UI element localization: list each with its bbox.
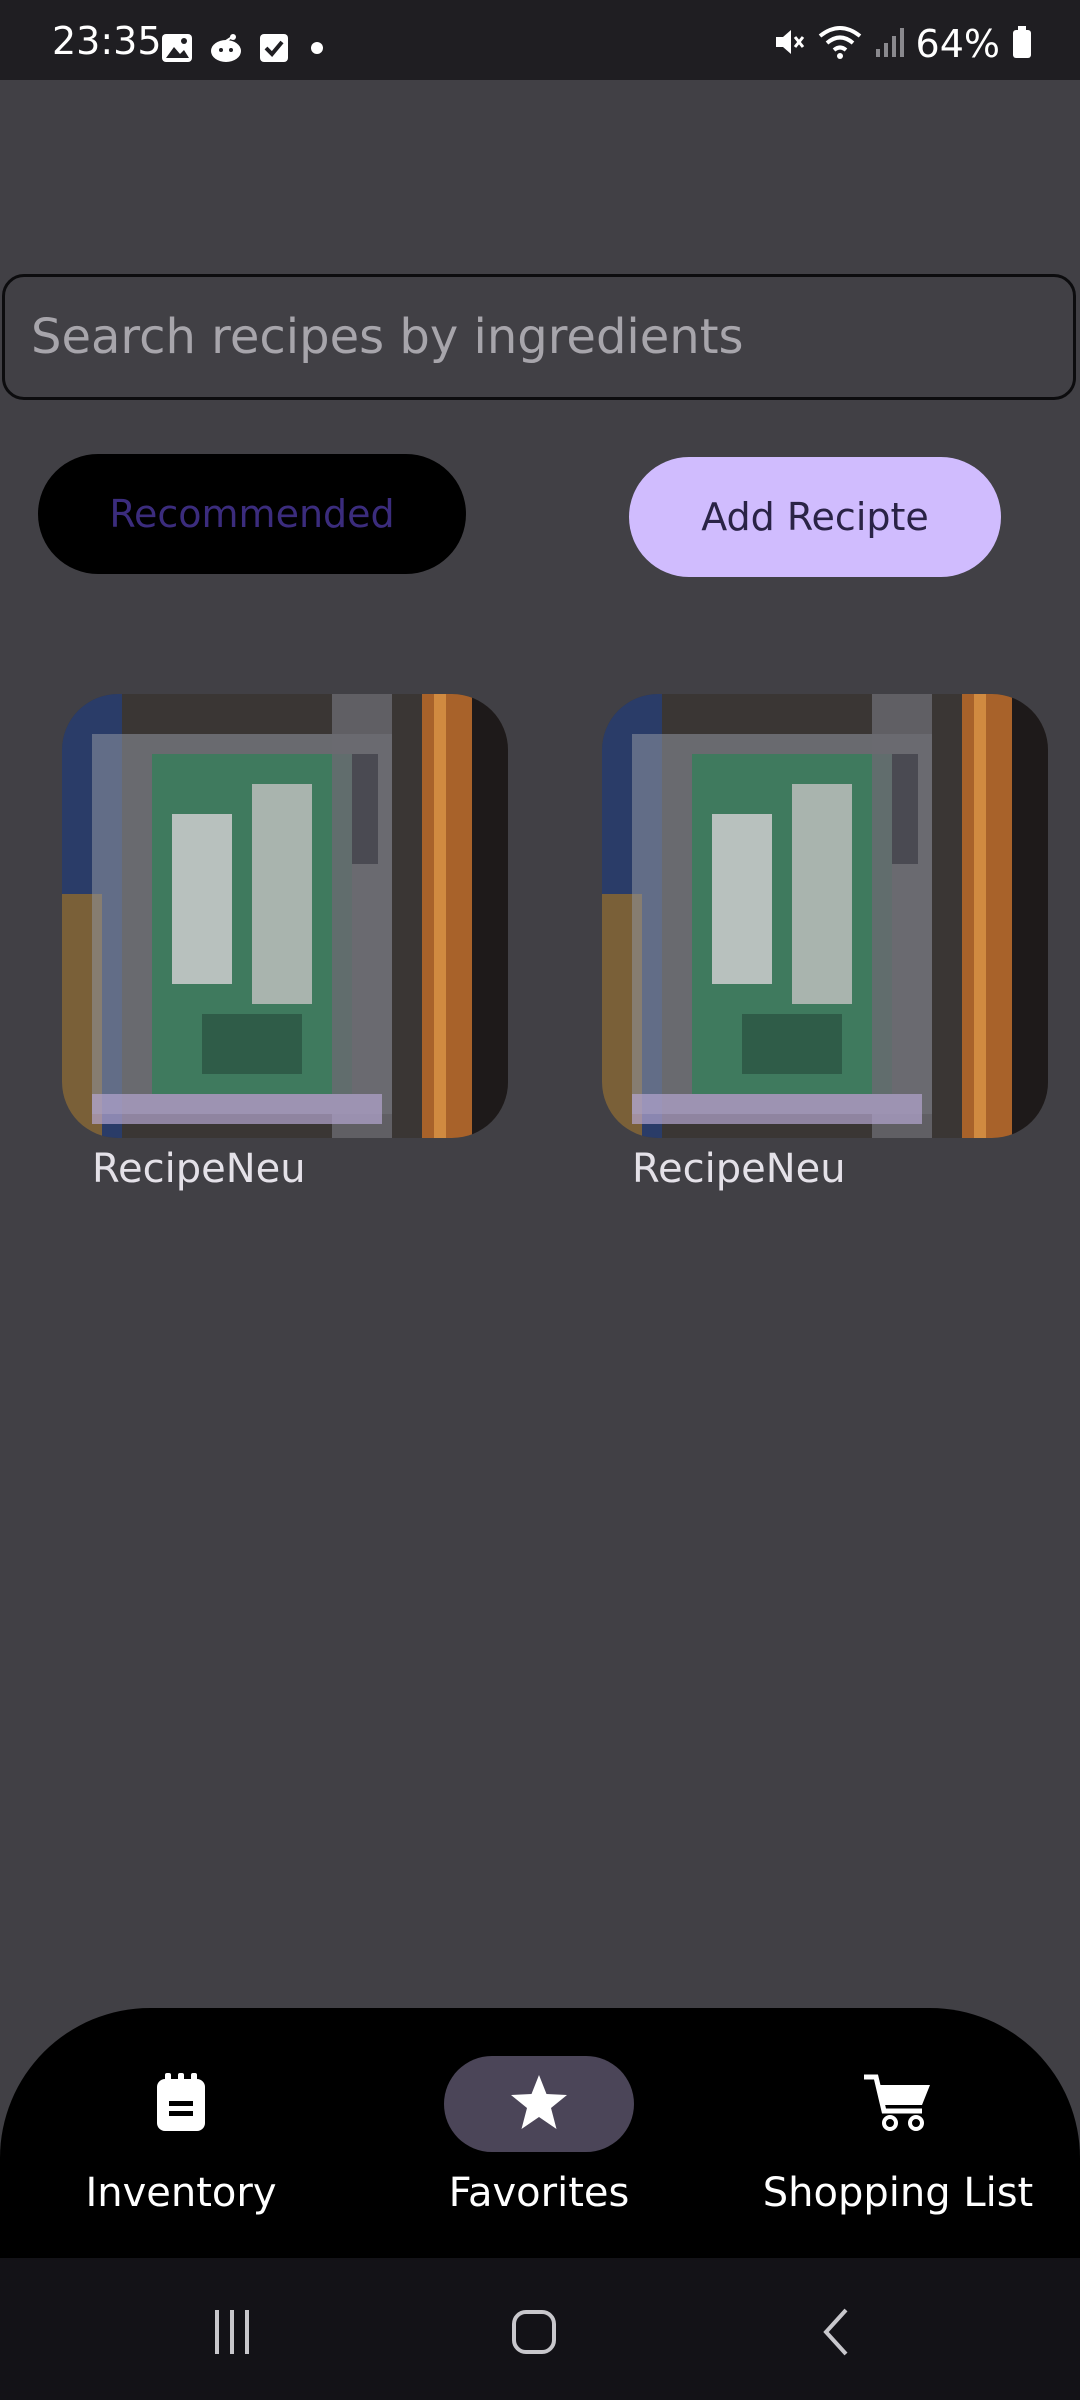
- gallery-icon: [160, 31, 194, 69]
- checkbox-icon: [258, 31, 290, 69]
- recipe-card[interactable]: RecipeNeu: [62, 694, 508, 1192]
- app-icon: [208, 31, 244, 69]
- status-time: 23:35: [52, 19, 162, 63]
- nav-label-favorites: Favorites: [448, 2170, 630, 2216]
- add-recipe-button[interactable]: Add Recipte: [629, 457, 1001, 577]
- back-button[interactable]: [798, 2294, 878, 2374]
- notepad-icon: [155, 2071, 207, 2137]
- wifi-icon: [818, 24, 862, 64]
- bottom-navigation: Inventory Favorites Shopping List: [0, 2008, 1080, 2258]
- recipe-image[interactable]: [602, 694, 1048, 1138]
- status-bar: 23:35 64%: [0, 0, 1080, 80]
- system-navigation-bar: [0, 2258, 1080, 2400]
- recommended-button-label: Recommended: [109, 492, 395, 536]
- recipe-title: RecipeNeu: [632, 1146, 846, 1192]
- home-button[interactable]: [494, 2294, 574, 2374]
- add-recipe-button-label: Add Recipte: [701, 495, 929, 539]
- status-system-icons: 64%: [772, 24, 1032, 64]
- nav-icon-container: [86, 2056, 276, 2152]
- nav-icon-container-active: [444, 2056, 634, 2152]
- nav-item-inventory[interactable]: Inventory: [16, 2048, 346, 2238]
- nav-item-shopping-list[interactable]: Shopping List: [733, 2048, 1063, 2238]
- home-icon: [504, 2302, 564, 2366]
- nav-icon-container: [803, 2056, 993, 2152]
- recipe-title: RecipeNeu: [92, 1146, 306, 1192]
- battery-percent: 64%: [915, 22, 1000, 66]
- cart-icon: [862, 2071, 934, 2137]
- nav-label-inventory: Inventory: [85, 2170, 277, 2216]
- star-icon: [509, 2073, 569, 2135]
- signal-icon: [874, 25, 904, 63]
- battery-icon: [1012, 25, 1032, 63]
- nav-item-favorites[interactable]: Favorites: [374, 2048, 704, 2238]
- recents-icon: [202, 2302, 262, 2366]
- dot-icon: [304, 31, 330, 69]
- recents-button[interactable]: [192, 2294, 272, 2374]
- back-icon: [808, 2302, 868, 2366]
- nav-label-shopping-list: Shopping List: [762, 2170, 1034, 2216]
- status-notification-icons: [160, 30, 330, 70]
- recipe-card[interactable]: RecipeNeu: [602, 694, 1048, 1192]
- search-input[interactable]: [5, 277, 1073, 397]
- recommended-button[interactable]: Recommended: [38, 454, 466, 574]
- recipe-image[interactable]: [62, 694, 508, 1138]
- search-field[interactable]: [2, 274, 1076, 400]
- mute-icon: [772, 25, 806, 63]
